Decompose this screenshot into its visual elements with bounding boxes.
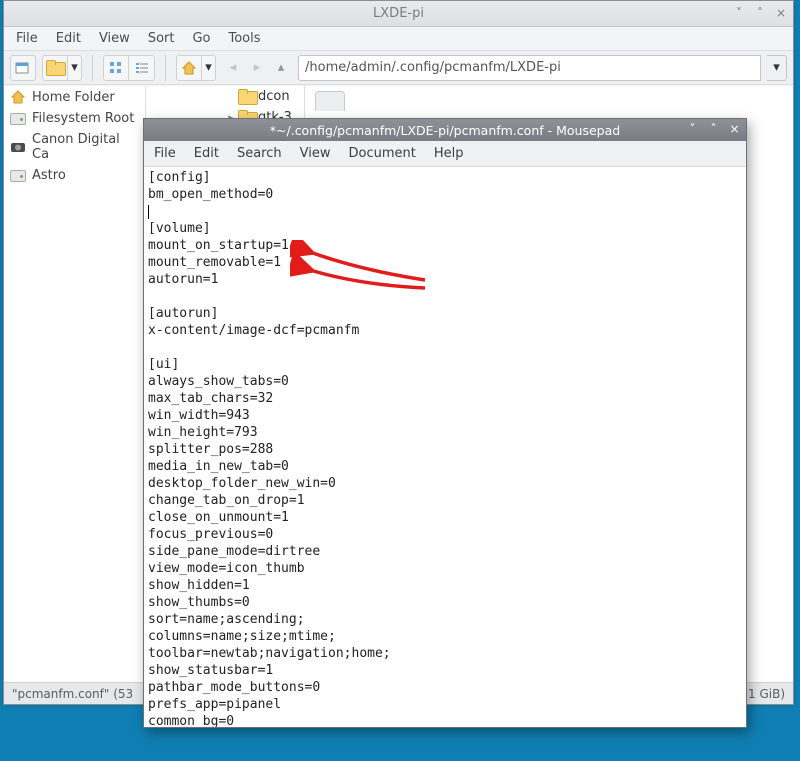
place-home-label: Home Folder bbox=[32, 90, 115, 105]
place-camera[interactable]: Canon Digital Ca bbox=[4, 129, 145, 165]
place-root[interactable]: Filesystem Root bbox=[4, 108, 145, 129]
mp-title: *~/.config/pcmanfm/LXDE-pi/pcmanfm.conf … bbox=[144, 123, 746, 138]
folder-icon bbox=[238, 89, 256, 104]
home-drop[interactable]: ▾ bbox=[202, 55, 216, 81]
minimize-icon[interactable]: ˅ bbox=[733, 6, 745, 20]
menu-edit[interactable]: Edit bbox=[52, 29, 85, 48]
fm-tabs bbox=[305, 86, 793, 111]
new-tab-button[interactable] bbox=[10, 55, 36, 81]
tree-item[interactable]: dcon bbox=[146, 86, 304, 107]
fm-menubar: File Edit View Sort Go Tools bbox=[4, 27, 793, 51]
menu-edit[interactable]: Edit bbox=[194, 146, 219, 161]
place-astro-label: Astro bbox=[32, 168, 66, 183]
menu-tools[interactable]: Tools bbox=[225, 29, 265, 48]
maximize-icon[interactable]: ˄ bbox=[754, 6, 766, 20]
sidebar-places: Home Folder Filesystem Root Canon Digita… bbox=[4, 86, 146, 682]
menu-file[interactable]: File bbox=[12, 29, 42, 48]
list-view-button[interactable] bbox=[129, 55, 155, 81]
fm-toolbar: ▾ ▾ ◂ ▸ ▴ /home/admin/.config/pcmanfm/LX… bbox=[4, 51, 793, 85]
tree-item-label: dcon bbox=[258, 89, 290, 104]
status-right: 1 GiB) bbox=[748, 687, 785, 701]
close-icon[interactable]: × bbox=[775, 6, 787, 20]
editor-textarea[interactable]: [config]bm_open_method=0​[volume]mount_o… bbox=[144, 167, 746, 727]
home-button[interactable] bbox=[176, 55, 202, 81]
path-input[interactable]: /home/admin/.config/pcmanfm/LXDE-pi bbox=[298, 55, 761, 81]
menu-search[interactable]: Search bbox=[237, 146, 282, 161]
tab-new[interactable] bbox=[315, 91, 345, 111]
fm-title: LXDE-pi bbox=[4, 6, 793, 21]
path-drop-icon[interactable]: ▾ bbox=[767, 55, 787, 81]
menu-help[interactable]: Help bbox=[434, 146, 464, 161]
close-icon[interactable]: × bbox=[729, 122, 740, 136]
place-root-label: Filesystem Root bbox=[32, 111, 134, 126]
place-astro[interactable]: Astro bbox=[4, 165, 145, 186]
mp-menubar: File Edit Search View Document Help bbox=[144, 141, 746, 167]
maximize-icon[interactable]: ˄ bbox=[708, 122, 719, 136]
menu-go[interactable]: Go bbox=[188, 29, 214, 48]
drive-icon bbox=[10, 170, 26, 182]
nav-fwd-icon[interactable]: ▸ bbox=[246, 55, 268, 81]
new-folder-drop[interactable]: ▾ bbox=[68, 55, 82, 81]
fm-titlebar[interactable]: LXDE-pi ˅ ˄ × bbox=[4, 1, 793, 27]
menu-sort[interactable]: Sort bbox=[144, 29, 179, 48]
nav-back-icon[interactable]: ◂ bbox=[222, 55, 244, 81]
nav-up-icon[interactable]: ▴ bbox=[270, 55, 292, 81]
icon-view-button[interactable] bbox=[103, 55, 129, 81]
menu-view[interactable]: View bbox=[300, 146, 331, 161]
menu-file[interactable]: File bbox=[154, 146, 176, 161]
mousepad-window: *~/.config/pcmanfm/LXDE-pi/pcmanfm.conf … bbox=[143, 118, 747, 728]
mp-titlebar[interactable]: *~/.config/pcmanfm/LXDE-pi/pcmanfm.conf … bbox=[144, 119, 746, 141]
menu-view[interactable]: View bbox=[95, 29, 134, 48]
minimize-icon[interactable]: ˅ bbox=[687, 122, 698, 136]
place-home[interactable]: Home Folder bbox=[4, 86, 145, 108]
drive-icon bbox=[10, 113, 26, 125]
menu-document[interactable]: Document bbox=[348, 146, 415, 161]
status-left: "pcmanfm.conf" (53 bbox=[12, 687, 133, 701]
new-folder-button[interactable] bbox=[42, 55, 68, 81]
place-camera-label: Canon Digital Ca bbox=[32, 132, 139, 162]
